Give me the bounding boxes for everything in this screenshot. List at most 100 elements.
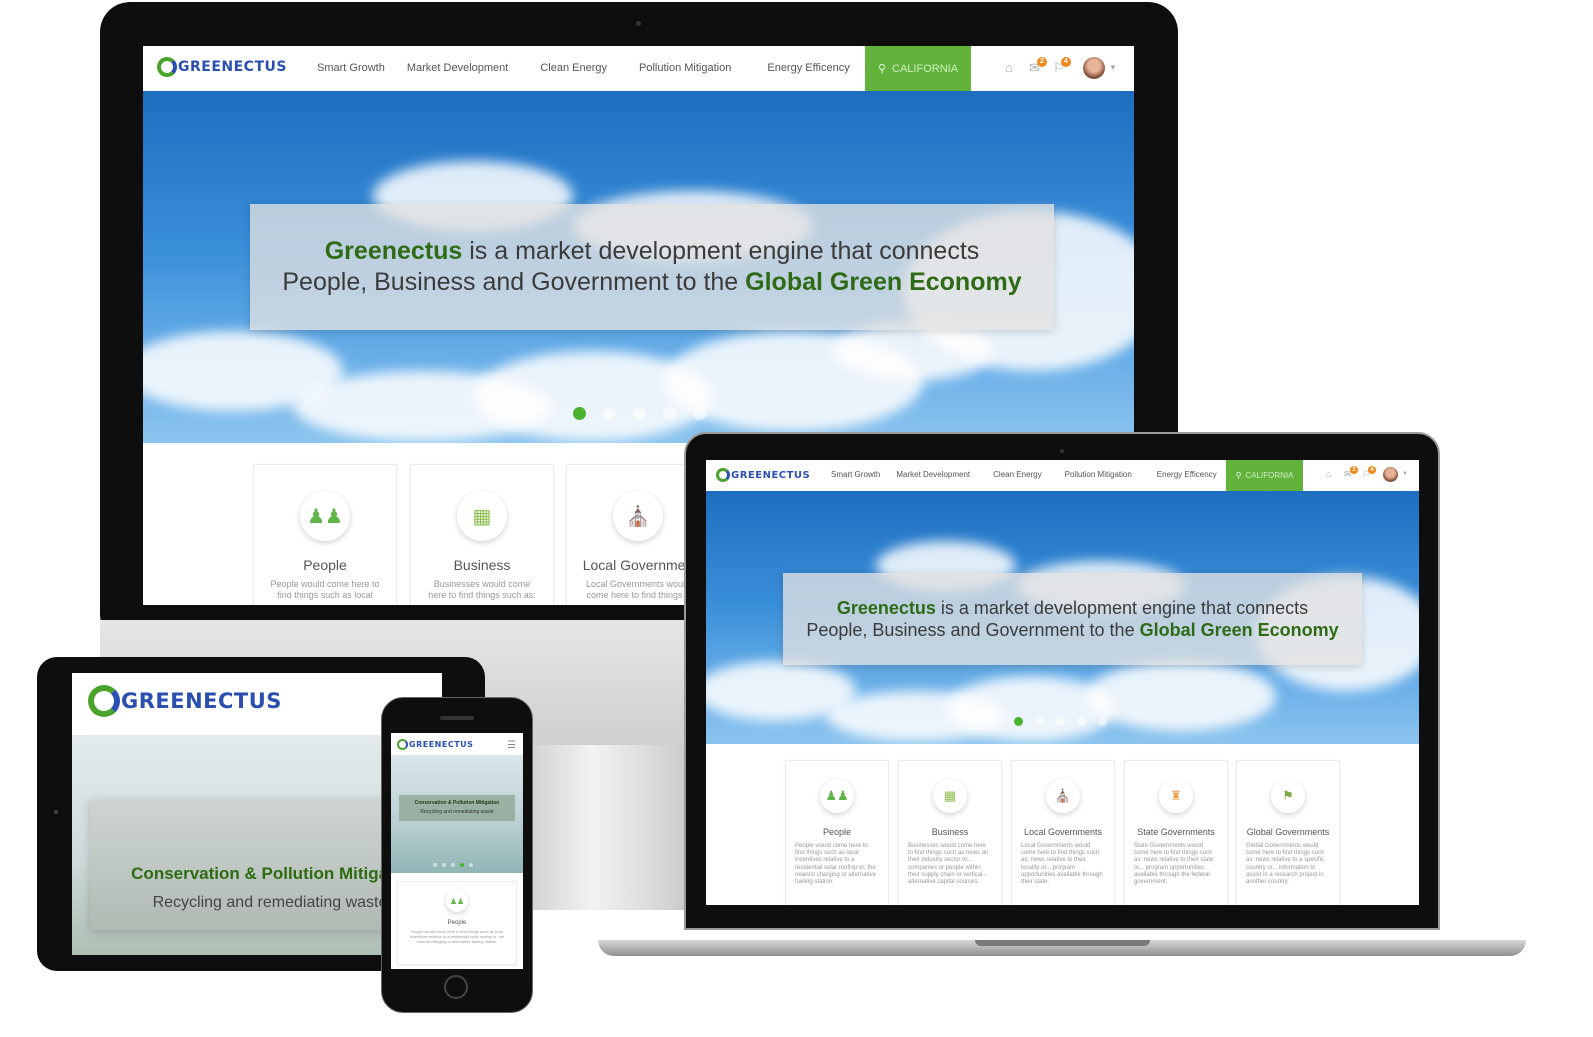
- hero-line1: is a market development engine that conn…: [935, 598, 1309, 618]
- monitor-camera: [636, 21, 641, 26]
- main-nav: Smart Growth Market Development Clean En…: [831, 470, 1217, 479]
- capitol-icon: ♜: [1159, 779, 1193, 813]
- carousel-dot[interactable]: [1056, 717, 1065, 726]
- logo-g-icon: [716, 468, 730, 482]
- phone-hero: Conservation & Pollution Mitigation Recy…: [391, 755, 523, 873]
- notification-badge: 2: [1350, 466, 1358, 474]
- card-people[interactable]: ♟♟ People People would come here to find…: [785, 760, 889, 905]
- card-title: State Governments: [1137, 827, 1215, 837]
- card-desc: People would come here to find things su…: [795, 843, 877, 885]
- logo-text: GREENECTUS: [731, 469, 811, 481]
- hero-brand: Greenectus: [836, 598, 936, 618]
- carousel-dot[interactable]: [1098, 717, 1107, 726]
- carousel-dot[interactable]: [442, 863, 446, 867]
- carousel-dot[interactable]: [1014, 717, 1023, 726]
- card-title: People: [822, 827, 852, 837]
- avatar[interactable]: [1083, 57, 1105, 79]
- hero-banner: Greenectus is a market development engin…: [250, 204, 1054, 330]
- site-logo[interactable]: GREENECTUS: [157, 57, 287, 77]
- card-title: Business: [931, 827, 969, 837]
- carousel-dot[interactable]: [663, 407, 676, 420]
- hamburger-menu-icon[interactable]: ☰: [507, 740, 516, 751]
- phone-speaker: [440, 716, 474, 720]
- card-desc: Businesses would come here to find thing…: [428, 579, 536, 600]
- home-icon[interactable]: ⌂: [1005, 60, 1013, 75]
- phone-slide-subtitle: Recycling and remediating waste: [420, 809, 494, 815]
- nav-pollution-mitigation[interactable]: Pollution Mitigation: [639, 62, 731, 74]
- main-nav: Smart Growth Market Development Clean En…: [317, 62, 850, 74]
- card-state-governments[interactable]: ♜ State Governments State Governments wo…: [1124, 760, 1228, 905]
- laptop-hero: Greenectus is a market development engin…: [706, 491, 1419, 744]
- phone-home-button[interactable]: [444, 975, 468, 999]
- phone-card-people[interactable]: ♟♟ People People would come here to find…: [397, 881, 517, 965]
- location-button[interactable]: ⚲ CALIFORNIA: [1226, 460, 1303, 491]
- location-pin-icon: ⚲: [1235, 471, 1242, 480]
- card-local-governments[interactable]: ⛪ Local Governments Local Governments wo…: [1011, 760, 1115, 905]
- site-logo[interactable]: GREENECTUS: [716, 468, 810, 482]
- carousel-dot[interactable]: [603, 407, 616, 420]
- phone-logo[interactable]: GREENECTUS: [397, 739, 473, 750]
- carousel-dot[interactable]: [1077, 717, 1086, 726]
- laptop-camera: [1060, 449, 1064, 453]
- carousel-dots: [1014, 717, 1107, 726]
- location-label: CALIFORNIA: [892, 62, 959, 75]
- card-business[interactable]: ▦ Business Businesses would come here to…: [410, 464, 554, 605]
- logo-text: GREENECTUS: [178, 59, 287, 75]
- nav-clean-energy[interactable]: Clean Energy: [993, 470, 1041, 479]
- hero-line1: is a market development engine that conn…: [462, 237, 980, 265]
- card-desc: People would come here to find things su…: [409, 929, 505, 944]
- carousel-dot[interactable]: [451, 863, 455, 867]
- nav-pollution-mitigation[interactable]: Pollution Mitigation: [1065, 470, 1132, 479]
- avatar[interactable]: [1383, 467, 1398, 482]
- nav-energy-efficency[interactable]: Energy Efficency: [767, 62, 849, 74]
- laptop-notch: [975, 940, 1150, 946]
- card-global-governments[interactable]: ⚑ Global Governments Global Governments …: [1236, 760, 1340, 905]
- people-icon: ♟♟: [446, 890, 468, 912]
- desktop-hero: Greenectus is a market development engin…: [143, 91, 1134, 443]
- phone-logo-text: GREENECTUS: [409, 740, 474, 749]
- hero-brand: Greenectus: [324, 237, 463, 265]
- nav-clean-energy[interactable]: Clean Energy: [540, 62, 607, 74]
- nav-energy-efficency[interactable]: Energy Efficency: [1157, 470, 1217, 479]
- laptop-header: GREENECTUS Smart Growth Market Developme…: [706, 460, 1419, 492]
- phone-banner: Conservation & Pollution Mitigation Recy…: [399, 795, 515, 821]
- nav-smart-growth[interactable]: Smart Growth: [317, 62, 385, 74]
- carousel-dot[interactable]: [693, 407, 706, 420]
- tablet-logo[interactable]: GREENECTUS: [88, 685, 282, 717]
- nav-market-development[interactable]: Market Development: [896, 470, 970, 479]
- card-title: People: [303, 557, 347, 573]
- carousel-dot[interactable]: [1035, 717, 1044, 726]
- buildings-icon: ▦: [933, 779, 967, 813]
- carousel-dot[interactable]: [433, 863, 437, 867]
- chevron-down-icon[interactable]: ▼: [1109, 63, 1117, 72]
- location-pin-icon: ⚲: [877, 63, 887, 75]
- carousel-dot[interactable]: [573, 407, 586, 420]
- carousel-dots: [573, 407, 706, 420]
- home-icon[interactable]: ⌂: [1326, 469, 1331, 479]
- card-desc: People would come here to find things su…: [270, 579, 380, 600]
- card-people[interactable]: ♟♟ People People would come here to find…: [253, 464, 397, 605]
- card-desc: Global Governments would come here to fi…: [1246, 843, 1325, 885]
- card-business[interactable]: ▦ Business Businesses would come here to…: [898, 760, 1002, 905]
- logo-g-icon: [88, 685, 120, 717]
- card-desc: Local Governments would come here to fin…: [1021, 843, 1103, 885]
- carousel-dot[interactable]: [469, 863, 473, 867]
- message-badge: 4: [1368, 466, 1376, 474]
- message-badge: 4: [1061, 57, 1071, 67]
- hero-banner: Greenectus is a market development engin…: [783, 573, 1362, 665]
- logo-g-icon: [157, 57, 177, 77]
- carousel-dot[interactable]: [460, 863, 464, 867]
- chevron-down-icon[interactable]: ▼: [1402, 471, 1408, 477]
- carousel-dots: [433, 863, 473, 867]
- phone-screen: GREENECTUS ☰ Conservation & Pollution Mi…: [391, 733, 523, 969]
- desktop-header: GREENECTUS Smart Growth Market Developme…: [143, 46, 1134, 92]
- hero-line2: People, Business and Government to the: [282, 268, 746, 296]
- people-icon: ♟♟: [300, 491, 350, 541]
- nav-smart-growth[interactable]: Smart Growth: [831, 470, 880, 479]
- nav-market-development[interactable]: Market Development: [407, 62, 509, 74]
- hero-line2-bold: Global Green Economy: [1139, 620, 1339, 640]
- card-title: Business: [453, 557, 511, 573]
- carousel-dot[interactable]: [633, 407, 646, 420]
- laptop-screen: GREENECTUS Smart Growth Market Developme…: [706, 460, 1419, 905]
- location-button[interactable]: ⚲ CALIFORNIA: [865, 46, 971, 91]
